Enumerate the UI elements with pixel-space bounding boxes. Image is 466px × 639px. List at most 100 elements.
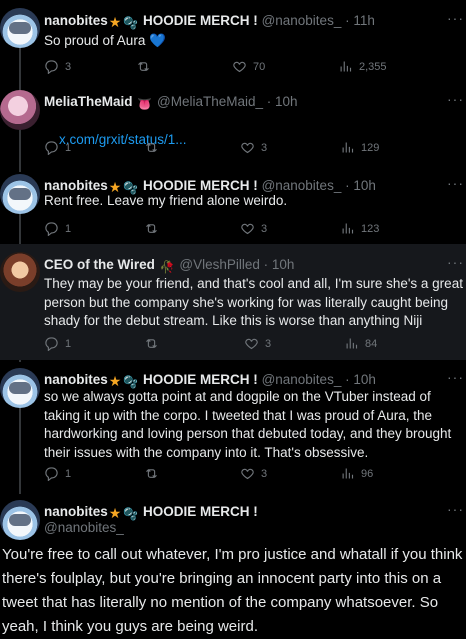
tweet-text: so we always gotta point at and dogpile … [44,389,456,460]
author-name[interactable]: MeliaTheMaid [44,94,133,109]
views-icon [342,223,354,234]
heart-icon [245,338,258,350]
retweet-icon [146,338,157,349]
more-icon[interactable]: ··· [447,10,464,26]
tweet-time[interactable]: · 10h [345,178,376,193]
retweet-button[interactable] [144,336,159,351]
heart-icon [233,61,246,73]
like-button[interactable]: 3 [240,221,267,236]
author-name[interactable]: nanobites [44,13,108,28]
reply-icon [45,60,58,74]
more-icon[interactable]: ··· [447,91,464,107]
author-name[interactable]: nanobites [44,178,108,193]
like-button[interactable]: 3 [244,336,271,351]
reply-count: 1 [65,222,72,235]
views-icon [346,338,358,349]
retweet-button[interactable] [144,221,159,236]
author-handle[interactable]: @nanobites_ [262,178,342,193]
views-count: 2,355 [359,60,387,73]
reply-button[interactable]: 1 [44,336,71,351]
tweet-actions: 1 3 84 [44,336,466,354]
views-count: 129 [361,141,380,154]
more-icon[interactable]: ··· [447,254,464,270]
tweet[interactable]: CEO of the Wired 🥀 @VleshPilled · 10h ··… [0,244,466,360]
rose-emoji-icon: 🥀 [159,260,175,274]
tweet-actions: 1 3 96 [44,466,466,484]
avatar[interactable] [0,174,40,214]
retweet-button[interactable] [144,140,159,155]
like-button[interactable]: 3 [240,140,267,155]
author-handle[interactable]: @nanobites_ [262,13,342,28]
views-button[interactable]: 2,355 [338,59,387,74]
tweet[interactable]: nanobites★ 🫧 HOODIE MERCH ! @nanobites_ ·… [0,360,466,494]
views-button[interactable]: 129 [340,140,379,155]
bubbles-emoji-icon: 🫧 [123,16,139,30]
like-button[interactable]: 3 [240,466,267,481]
author-handle[interactable]: @nanobites_ [44,519,124,537]
avatar[interactable] [0,252,40,292]
avatar[interactable] [0,500,40,540]
reply-count: 1 [65,337,72,350]
heart-icon [241,142,254,154]
main-tweet-text: You're free to call out whatever, I'm pr… [2,546,463,635]
reply-button[interactable]: 1 [44,466,71,481]
tweet-actions: 1 3 123 [44,221,466,239]
tweet-text: They may be your friend, and that's cool… [44,276,463,328]
retweet-button[interactable] [136,59,151,74]
author-handle[interactable]: @MeliaTheMaid_ [157,94,263,109]
tweet[interactable]: MeliaTheMaid 👅 @MeliaTheMaid_ · 10h ··· … [0,86,466,168]
reply-button[interactable]: 1 [44,221,71,236]
author-name-suffix[interactable]: HOODIE MERCH ! [143,504,258,519]
views-count: 84 [365,337,378,350]
tweet-time[interactable]: · 10h [345,372,376,387]
views-button[interactable]: 123 [340,221,379,236]
avatar[interactable] [0,8,40,48]
retweet-icon [146,468,157,479]
author-name-suffix[interactable]: HOODIE MERCH ! [143,372,258,387]
reply-icon [45,222,58,236]
views-count: 123 [361,222,380,235]
author-name-suffix[interactable]: HOODIE MERCH ! [143,13,258,28]
reply-count: 1 [65,141,72,154]
author-name-suffix[interactable]: HOODIE MERCH ! [143,178,258,193]
views-icon [340,61,352,72]
like-count: 3 [261,222,268,235]
more-icon[interactable]: ··· [447,175,464,191]
views-count: 96 [361,467,374,480]
tweet-text: So proud of Aura 💙 [44,33,166,48]
like-count: 70 [253,60,266,73]
like-count: 3 [261,141,268,154]
tweet[interactable]: nanobites★ 🫧 HOODIE MERCH ! @nanobites_ ·… [0,168,466,244]
tweet-actions: 3 70 2,355 [44,59,466,77]
more-icon[interactable]: ··· [447,501,464,517]
tweet-time[interactable]: · 10h [264,257,295,272]
reply-count: 1 [65,467,72,480]
author-name[interactable]: nanobites [44,372,108,387]
tweet-time[interactable]: · 11h [345,13,375,28]
reply-button[interactable]: 1 [44,140,71,155]
views-button[interactable]: 96 [340,466,373,481]
heart-icon [241,223,254,235]
reply-icon [45,141,58,155]
reply-button[interactable]: 3 [44,59,71,74]
tweet-time[interactable]: · 10h [267,94,298,109]
retweet-button[interactable] [144,466,159,481]
views-icon [342,142,354,153]
views-button[interactable]: 84 [344,336,377,351]
avatar[interactable] [0,90,40,130]
author-name[interactable]: CEO of the Wired [44,257,155,272]
more-icon[interactable]: ··· [447,369,464,385]
avatar[interactable] [0,368,40,408]
views-icon [342,468,354,479]
author-name[interactable]: nanobites [44,504,108,519]
retweet-icon [146,223,157,234]
blue-heart-emoji-icon: 💙 [149,33,166,48]
tweet-text: Rent free. Leave my friend alone weirdo. [44,193,288,208]
reply-icon [45,337,58,351]
like-count: 3 [265,337,272,350]
tweet[interactable]: nanobites★ 🫧 HOODIE MERCH ! @nanobites_ ·… [0,0,466,86]
author-handle[interactable]: @nanobites_ [262,372,342,387]
author-handle[interactable]: @VleshPilled [179,257,260,272]
bubbles-emoji-icon: 🫧 [123,507,139,521]
like-button[interactable]: 70 [232,59,265,74]
